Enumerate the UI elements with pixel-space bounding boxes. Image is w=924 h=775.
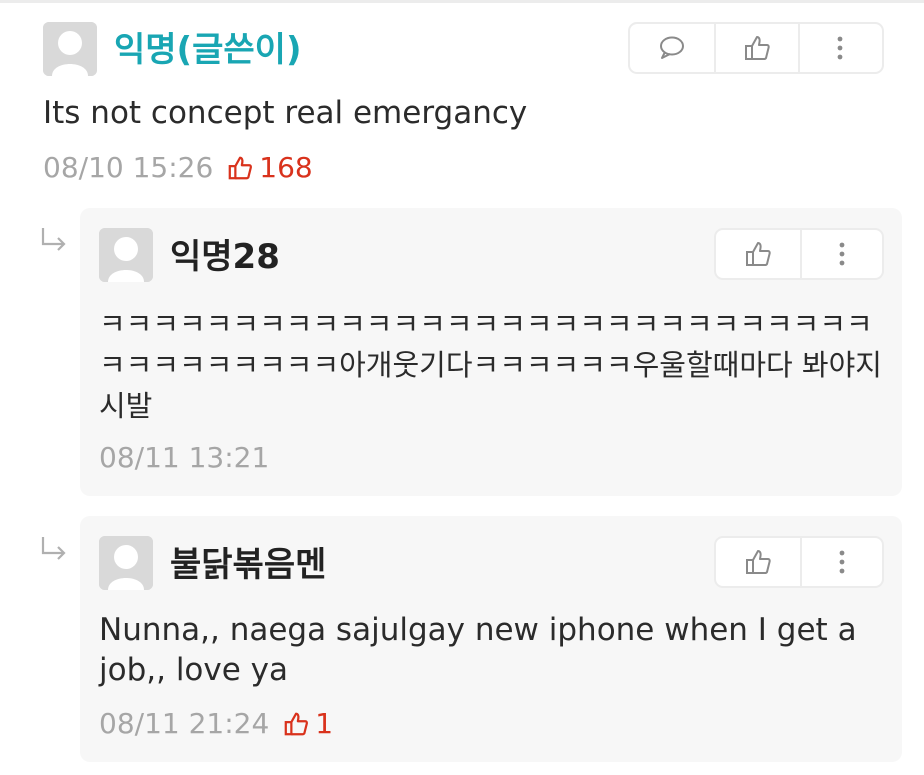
comment-timestamp: 08/10 15:26 <box>43 151 214 184</box>
more-vertical-icon <box>837 36 843 60</box>
avatar-placeholder-icon <box>99 228 153 282</box>
avatar-placeholder-icon <box>99 536 153 590</box>
thumbs-up-icon <box>228 156 253 180</box>
reply-button[interactable] <box>630 24 714 72</box>
more-options-button[interactable] <box>800 230 882 278</box>
avatar-placeholder-icon <box>43 22 97 76</box>
like-count-value: 1 <box>315 707 334 740</box>
avatar <box>43 22 97 76</box>
like-button[interactable] <box>716 230 800 278</box>
like-button[interactable] <box>714 24 798 72</box>
avatar <box>99 228 153 282</box>
comment-body: Its not concept real emergancy <box>43 95 528 131</box>
reply-meta: 08/11 21:24 1 <box>99 706 333 742</box>
reply-actions <box>714 536 884 588</box>
more-options-button[interactable] <box>800 538 882 586</box>
more-vertical-icon <box>839 550 845 574</box>
like-count: 1 <box>283 706 333 742</box>
reply-actions <box>714 228 884 280</box>
comment-author: 익명(글쓴이) <box>114 30 302 70</box>
reply-meta: 08/11 13:21 <box>99 440 269 476</box>
reply-timestamp: 08/11 21:24 <box>99 707 270 740</box>
like-count: 168 <box>227 150 313 186</box>
comment-actions <box>628 22 884 74</box>
more-vertical-icon <box>839 242 845 266</box>
reply-item: 익명28 ㅋㅋㅋㅋㅋㅋㅋㅋㅋㅋㅋㅋㅋㅋㅋㅋㅋㅋㅋㅋㅋㅋㅋㅋㅋㅋㅋㅋㅋㅋㅋㅋㅋㅋㅋ… <box>80 208 902 496</box>
comment-thread: 익명(글쓴이) Its not concept real emergancy 0… <box>0 0 924 775</box>
thumbs-up-icon <box>284 712 309 736</box>
more-options-button[interactable] <box>798 24 880 72</box>
reply-item: 불닭볶음멘 Nunna,, naega sajulgay new iphone … <box>80 516 902 762</box>
thumbs-up-icon <box>745 36 770 60</box>
avatar <box>99 536 153 590</box>
top-divider <box>0 0 924 3</box>
thumbs-up-icon <box>746 242 771 266</box>
comment-meta: 08/10 15:26 168 <box>43 150 313 186</box>
like-count-value: 168 <box>259 151 313 184</box>
reply-author: 불닭볶음멘 <box>170 545 327 585</box>
reply-timestamp: 08/11 13:21 <box>99 441 270 474</box>
reply-arrow-icon <box>41 537 66 560</box>
thumbs-up-icon <box>746 550 771 574</box>
reply-arrow-icon <box>41 228 66 251</box>
comment-bubble-icon <box>660 36 684 59</box>
reply-body: ㅋㅋㅋㅋㅋㅋㅋㅋㅋㅋㅋㅋㅋㅋㅋㅋㅋㅋㅋㅋㅋㅋㅋㅋㅋㅋㅋㅋㅋㅋㅋㅋㅋㅋㅋㅋㅋㅋ아개… <box>99 307 882 423</box>
reply-author: 익명28 <box>170 237 280 277</box>
reply-body: Nunna,, naega sajulgay new iphone when I… <box>99 612 857 688</box>
like-button[interactable] <box>716 538 800 586</box>
